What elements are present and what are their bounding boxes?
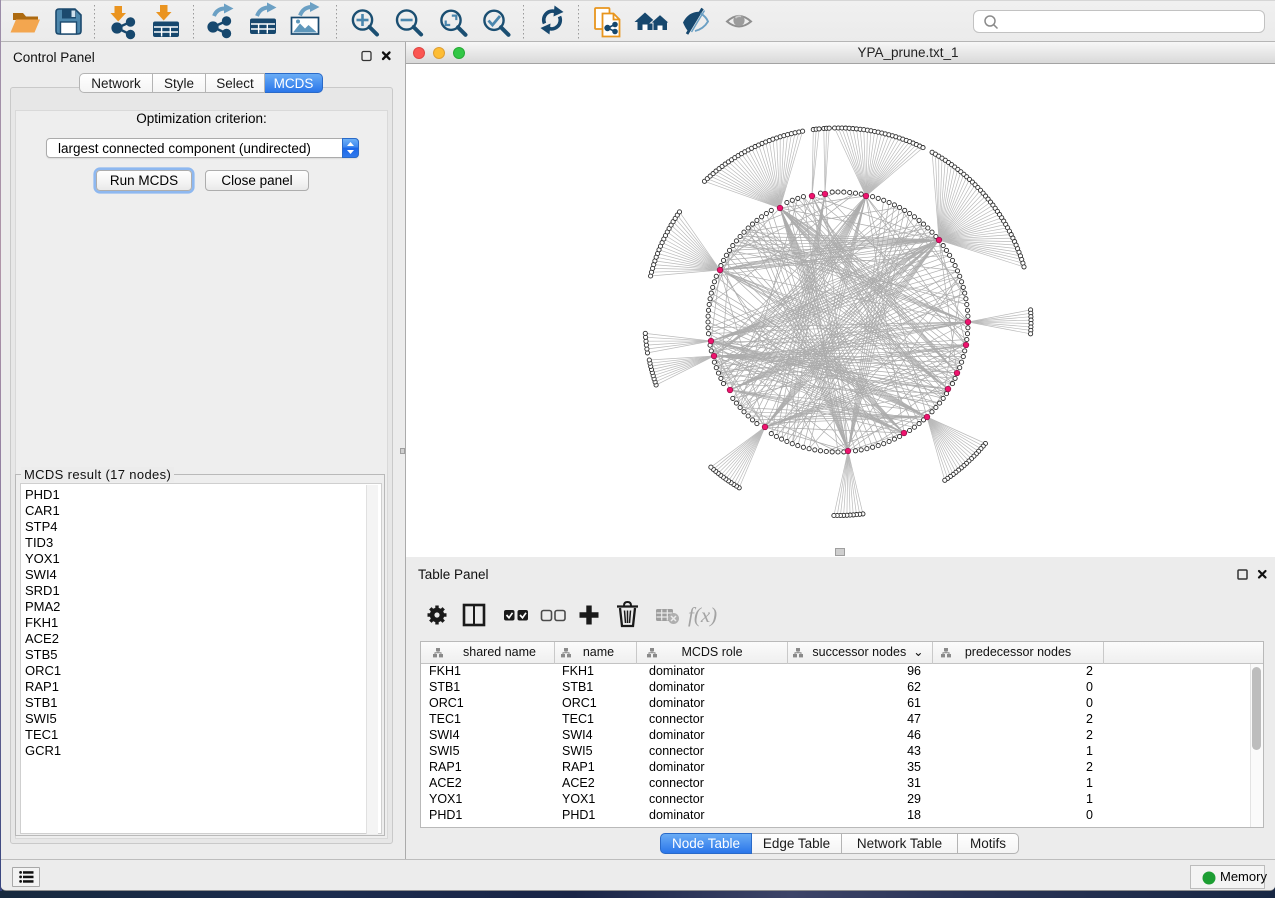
svg-text:f(x): f(x) — [688, 603, 717, 627]
